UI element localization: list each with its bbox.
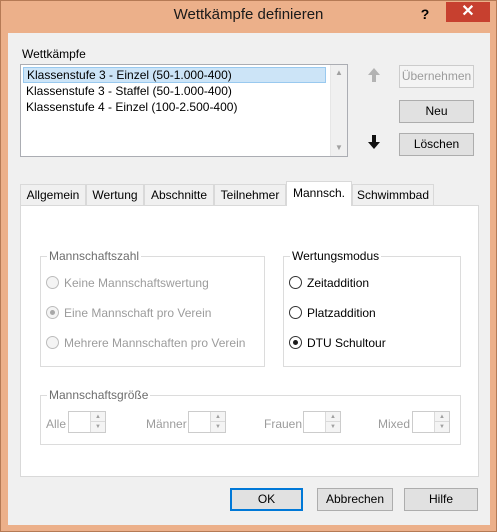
team-count-group: Mannschaftszahl Keine Mannschaftswertung… — [40, 249, 265, 367]
tab-allgemein[interactable]: Allgemein — [20, 184, 86, 206]
radio-button[interactable] — [46, 276, 59, 289]
help-button[interactable]: Hilfe — [404, 488, 478, 511]
team-size-men-stepper[interactable]: ▲ ▼ — [188, 411, 226, 433]
scroll-up-icon[interactable]: ▲ — [331, 65, 347, 81]
spin-down-icon[interactable]: ▼ — [91, 422, 105, 432]
spin-down-icon[interactable]: ▼ — [326, 422, 340, 432]
dialog-content: Wettkämpfe Klassenstufe 3 - Einzel (50-1… — [8, 33, 490, 525]
radio-button[interactable] — [289, 336, 302, 349]
cancel-button[interactable]: Abbrechen — [317, 488, 393, 511]
list-item[interactable]: Klassenstufe 3 - Einzel (50-1.000-400) — [23, 67, 326, 83]
team-size-women-field[interactable] — [304, 412, 326, 432]
help-icon[interactable]: ? — [414, 4, 436, 24]
dialog-window: Wettkämpfe definieren ? ✕ Wettkämpfe Kla… — [0, 0, 497, 532]
team-count-title: Mannschaftszahl — [47, 249, 142, 263]
radio-label: Mehrere Mannschaften pro Verein — [64, 336, 246, 350]
tab-abschnitte[interactable]: Abschnitte — [144, 184, 214, 206]
team-size-title: Mannschaftsgröße — [47, 388, 151, 402]
radio-label: DTU Schultour — [307, 336, 386, 350]
spin-up-icon[interactable]: ▲ — [435, 412, 449, 422]
scroll-down-icon[interactable]: ▼ — [331, 140, 347, 156]
team-size-women-label: Frauen — [264, 417, 303, 431]
team-size-men-field[interactable] — [189, 412, 211, 432]
team-size-all-stepper[interactable]: ▲ ▼ — [68, 411, 106, 433]
tab-wertung[interactable]: Wertung — [86, 184, 144, 206]
competitions-list[interactable]: Klassenstufe 3 - Einzel (50-1.000-400) K… — [20, 64, 348, 157]
radio-button[interactable] — [46, 336, 59, 349]
list-item[interactable]: Klassenstufe 3 - Staffel (50-1.000-400) — [23, 83, 326, 99]
delete-button[interactable]: Löschen — [399, 133, 474, 156]
spin-down-icon[interactable]: ▼ — [211, 422, 225, 432]
team-size-mixed-field[interactable] — [413, 412, 435, 432]
move-up-button[interactable] — [364, 67, 384, 87]
radio-button[interactable] — [289, 306, 302, 319]
team-size-all-field[interactable] — [69, 412, 91, 432]
radio-button[interactable] — [46, 306, 59, 319]
tab-mannsch[interactable]: Mannsch. — [286, 181, 352, 206]
spin-up-icon[interactable]: ▲ — [211, 412, 225, 422]
title-bar[interactable]: Wettkämpfe definieren ? ✕ — [1, 1, 496, 33]
apply-button[interactable]: Übernehmen — [399, 65, 474, 88]
new-button[interactable]: Neu — [399, 100, 474, 123]
team-size-women-stepper[interactable]: ▲ ▼ — [303, 411, 341, 433]
radio-button[interactable] — [289, 276, 302, 289]
team-size-mixed-stepper[interactable]: ▲ ▼ — [412, 411, 450, 433]
team-size-mixed-label: Mixed — [378, 417, 411, 431]
radio-label: Keine Mannschaftswertung — [64, 276, 209, 290]
list-item[interactable]: Klassenstufe 4 - Einzel (100-2.500-400) — [23, 99, 326, 115]
tab-teilnehmer[interactable]: Teilnehmer — [214, 184, 286, 206]
tab-panel-mannsch: Mannschaftszahl Keine Mannschaftswertung… — [20, 205, 479, 477]
spin-up-icon[interactable]: ▲ — [91, 412, 105, 422]
scoring-mode-title: Wertungsmodus — [290, 249, 382, 263]
ok-button[interactable]: OK — [230, 488, 303, 511]
spin-down-icon[interactable]: ▼ — [435, 422, 449, 432]
spin-up-icon[interactable]: ▲ — [326, 412, 340, 422]
radio-label: Zeitaddition — [307, 276, 370, 290]
arrow-up-icon — [368, 68, 380, 82]
team-size-men-label: Männer — [146, 417, 187, 431]
tab-schwimmbad[interactable]: Schwimmbad — [352, 184, 434, 206]
close-button[interactable]: ✕ — [446, 2, 490, 22]
radio-label: Eine Mannschaft pro Verein — [64, 306, 212, 320]
scoring-mode-group: Wertungsmodus Zeitaddition Platzaddition… — [283, 249, 461, 367]
competitions-label: Wettkämpfe — [22, 47, 86, 61]
move-down-button[interactable] — [364, 134, 384, 154]
team-size-group: Mannschaftsgröße Alle ▲ ▼ Männer ▲ ▼ Fraue… — [40, 388, 461, 445]
team-size-all-label: Alle — [46, 417, 67, 431]
radio-label: Platzaddition — [307, 306, 376, 320]
list-scrollbar[interactable]: ▲ ▼ — [330, 65, 347, 156]
arrow-down-icon — [368, 135, 380, 149]
